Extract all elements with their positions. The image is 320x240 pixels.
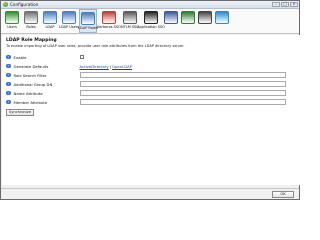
spellcheck-icon bbox=[181, 11, 195, 24]
ntlm-icon bbox=[123, 11, 137, 24]
close-button[interactable]: ✕ bbox=[290, 2, 298, 7]
link-separator: | bbox=[109, 63, 112, 69]
toolbar-item-roles[interactable]: Roles bbox=[22, 9, 40, 33]
config-toolbar: Users Roles LDAP LDAP Users LDAP Roles Kerber… bbox=[1, 9, 299, 34]
toolbar-item-ntlm-sso[interactable]: NTLM SSO bbox=[121, 9, 139, 33]
maximize-button[interactable]: □ bbox=[281, 2, 289, 7]
title-bar: Configuration – □ ✕ bbox=[1, 1, 299, 9]
toolbar-item-ldap[interactable]: LDAP bbox=[41, 9, 59, 33]
window-controls: – □ ✕ bbox=[272, 2, 298, 7]
help-icon[interactable]: ? bbox=[6, 63, 11, 69]
member-attribute-input[interactable] bbox=[79, 99, 286, 105]
ldap-users-icon bbox=[62, 11, 76, 24]
app-icon bbox=[3, 2, 8, 7]
toolbar-item-label: Application SSO bbox=[137, 25, 165, 29]
toolbar-item-application-sso[interactable]: Application SSO bbox=[137, 9, 165, 33]
additional-group-dn-label: Additional Group DN bbox=[13, 81, 53, 87]
member-attribute-label: Member Attribute bbox=[13, 99, 48, 105]
toolbar-item-users[interactable]: Users bbox=[3, 9, 21, 33]
toolbar-item-globe[interactable] bbox=[214, 9, 230, 33]
toolbar-item-label: LDAP Users bbox=[59, 25, 80, 29]
additional-group-dn-input[interactable] bbox=[79, 81, 286, 87]
toolbar-item-label: LDAP bbox=[45, 25, 55, 29]
kerberos-icon bbox=[102, 11, 116, 24]
enable-label: Enable bbox=[13, 54, 27, 60]
ok-button[interactable]: OK bbox=[272, 191, 294, 198]
toolbar-item-film[interactable] bbox=[197, 9, 213, 33]
toolbar-item-ldap-users[interactable]: LDAP Users bbox=[59, 9, 80, 33]
role-search-filter-input[interactable] bbox=[79, 72, 286, 78]
additional-group-dn-row: ? Additional Group DN bbox=[6, 80, 296, 88]
name-attribute-row: ? Name Attribute bbox=[6, 89, 296, 97]
toolbar-item-grid[interactable] bbox=[163, 9, 179, 33]
enable-row: ? Enable bbox=[6, 53, 296, 61]
role-search-filter-row: ? Role Search Filter bbox=[6, 71, 296, 79]
section-description: To enable importing of LDAP user roles, … bbox=[6, 44, 185, 48]
help-icon[interactable]: ? bbox=[6, 90, 11, 96]
film-icon bbox=[198, 11, 212, 24]
toolbar-item-kerberos-sso[interactable]: Kerberos SSO bbox=[97, 9, 121, 33]
help-icon[interactable]: ? bbox=[6, 99, 11, 105]
grid-icon bbox=[164, 11, 178, 24]
globe-icon bbox=[215, 11, 229, 24]
help-icon[interactable]: ? bbox=[6, 54, 11, 60]
generate-defaults-row: ? Generate Defaults ActiveDirectory | Op… bbox=[6, 62, 296, 70]
help-icon[interactable]: ? bbox=[6, 81, 11, 87]
member-attribute-row: ? Member Attribute bbox=[6, 98, 296, 106]
dialog-footer: OK bbox=[1, 188, 299, 199]
monitor-icon bbox=[5, 11, 19, 24]
section-title: LDAP Role Mapping bbox=[6, 38, 57, 43]
name-attribute-input[interactable] bbox=[79, 90, 286, 96]
help-icon[interactable]: ? bbox=[6, 72, 11, 78]
ldap-role-mapping-panel: LDAP Role Mapping To enable importing of… bbox=[2, 35, 300, 185]
name-attribute-label: Name Attribute bbox=[13, 90, 43, 96]
toolbar-item-label: Roles bbox=[26, 25, 36, 29]
ldap-roles-icon bbox=[81, 12, 95, 25]
window-title: Configuration bbox=[10, 2, 39, 7]
toolbar-item-ldap-roles[interactable]: LDAP Roles bbox=[78, 9, 98, 33]
openldap-link[interactable]: OpenLDAP bbox=[112, 64, 132, 69]
role-search-filter-label: Role Search Filter bbox=[13, 72, 47, 78]
generate-defaults-label: Generate Defaults bbox=[13, 63, 49, 69]
ldap-icon bbox=[43, 11, 57, 24]
toolbar-item-spellcheck[interactable] bbox=[180, 9, 196, 33]
toolbar-item-label: Kerberos SSO bbox=[97, 25, 121, 29]
application-icon bbox=[144, 11, 158, 24]
active-directory-link[interactable]: ActiveDirectory bbox=[80, 64, 109, 69]
roles-icon bbox=[24, 11, 38, 24]
configuration-window: Configuration – □ ✕ Users Roles LDAP LDAP U… bbox=[0, 0, 300, 200]
toolbar-item-label: Users bbox=[7, 25, 17, 29]
enable-checkbox[interactable] bbox=[79, 54, 84, 60]
synchronize-button[interactable]: Synchronize bbox=[6, 109, 34, 116]
toolbar-item-label: LDAP Roles bbox=[78, 26, 98, 30]
minimize-button[interactable]: – bbox=[272, 2, 280, 7]
